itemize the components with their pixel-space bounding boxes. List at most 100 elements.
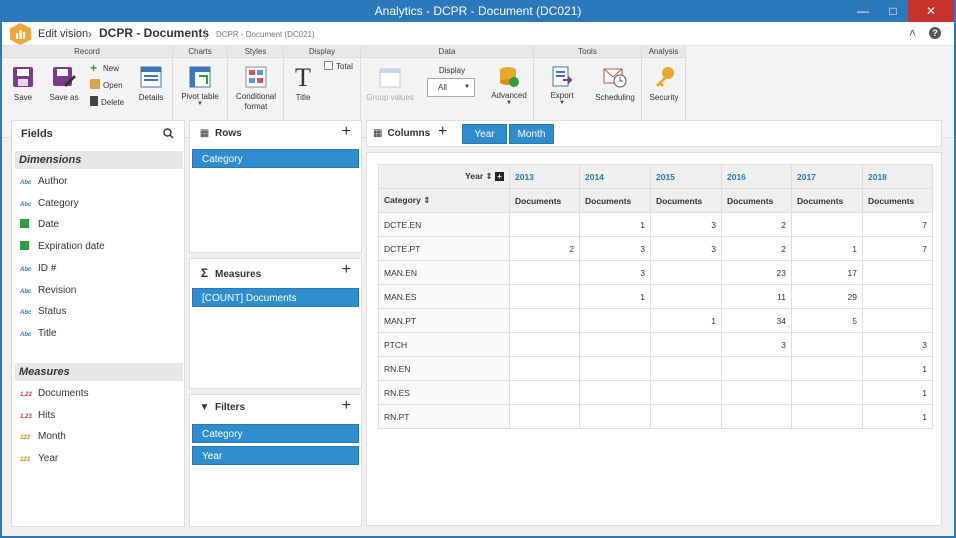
integer-field-icon: 123 [20,435,31,442]
year-column-header[interactable]: 2015 [650,164,722,189]
edit-vision-breadcrumb[interactable]: Edit vision [38,28,88,40]
table-icon: ▦ [373,128,383,139]
chevron-down-icon: ▼ [559,100,565,106]
year-column-header[interactable]: 2018 [862,164,933,189]
details-label: Details [138,93,164,102]
table-row: RN.PT 1 [378,404,933,429]
table-cell: 1 [862,380,933,405]
security-button[interactable]: Security [644,66,684,102]
row-header-cell: PTCH [378,332,510,357]
collapse-ribbon-icon[interactable]: ˄ [909,26,916,40]
field-item[interactable]: Abc Status [20,303,66,321]
display-select[interactable]: All ▼ [427,78,475,97]
field-item[interactable]: Date [20,216,59,234]
field-item-label: Year [38,453,59,465]
table-cell: 17 [791,260,863,285]
sort-icon[interactable]: ⇕ [421,195,430,205]
field-item[interactable]: Abc ID # [20,260,56,278]
pivot-table: Year ⇕ +2013 2014 2015 2016 2017 2018 Category… [378,164,933,429]
column-chip-month[interactable]: Month [509,124,554,144]
ribbon-group-analysis-label: Analysis [642,46,685,58]
maximize-button[interactable]: □ [878,0,908,22]
field-item[interactable]: Abc Title [20,325,57,343]
add-column-button[interactable]: + [438,123,447,141]
group-values-button[interactable]: Group values [365,68,415,102]
save-button[interactable]: Save [8,66,38,102]
table-cell [579,332,651,357]
table-cell [509,332,580,357]
details-button[interactable]: Details [136,66,166,102]
text-field-icon: Abc [20,201,32,208]
open-button[interactable]: Open [90,79,123,93]
table-cell [509,380,580,405]
table-cell [579,404,651,429]
export-button[interactable]: Export ▼ [542,66,582,106]
sort-icon[interactable]: ⇕ [483,171,495,181]
rows-zone-title: Rows [215,128,242,139]
save-icon [13,67,33,87]
table-cell: 3 [650,236,722,261]
trash-icon [90,96,98,106]
measures-section: Measures [15,363,183,381]
table-row: MAN.PT 1 34 5 [378,308,933,333]
save-as-button[interactable]: Save as [46,66,82,102]
field-item[interactable]: Abc Category [20,195,79,213]
year-column-header[interactable]: 2017 [791,164,863,189]
advanced-button[interactable]: Advanced ▼ [487,66,531,106]
field-item[interactable]: 123 Year [20,450,58,468]
table-row: MAN.ES 1 11 29 [378,284,933,309]
rows-zone: ▦ Rows + Category [189,120,362,253]
field-item[interactable]: 1,23 Documents [20,385,89,403]
field-item[interactable]: 1,23 Hits [20,407,55,425]
sigma-icon: Σ [200,266,209,280]
total-checkbox[interactable]: Total [324,60,353,74]
field-item[interactable]: Abc Revision [20,282,76,300]
integer-field-icon: 123 [20,457,31,464]
text-field-icon: Abc [20,331,32,338]
table-cell [650,356,722,381]
close-button[interactable]: ✕ [908,0,954,22]
delete-button[interactable]: Delete [90,96,124,110]
table-cell: 7 [862,212,933,237]
table-cell [650,380,722,405]
field-item[interactable]: 123 Month [20,428,66,446]
scheduling-button[interactable]: Scheduling [592,66,638,102]
add-measure-button[interactable]: + [342,261,351,279]
measures-zone-title: Measures [215,269,262,280]
page-title: DCPR - Documents [99,26,210,40]
advanced-label: Advanced [491,91,527,100]
year-column-header[interactable]: 2013 [509,164,580,189]
expand-icon[interactable]: + [495,172,504,181]
year-header-label: Year [465,171,484,181]
table-cell: 2 [721,212,792,237]
filter-chip-category[interactable]: Category [192,424,359,443]
field-item[interactable]: Abc Author [20,173,67,191]
add-row-button[interactable]: + [342,123,351,141]
table-cell [791,404,863,429]
date-field-icon [20,241,29,251]
search-icon[interactable] [163,128,174,139]
filter-chip-year[interactable]: Year [192,446,359,465]
row-chip-category[interactable]: Category [192,149,359,168]
save-label: Save [13,93,33,102]
pivot-grid-panel: Year ⇕ +2013 2014 2015 2016 2017 2018 Category… [366,152,942,526]
decimal-field-icon: 1,23 [20,413,32,420]
year-column-header[interactable]: 2014 [579,164,651,189]
breadcrumb-chevron-icon: › [88,27,92,41]
measure-chip-count-documents[interactable]: [COUNT] Documents [192,288,359,307]
save-as-icon [53,67,76,87]
add-filter-button[interactable]: + [342,397,351,415]
table-cell [650,404,722,429]
help-icon[interactable]: ? [929,27,941,39]
row-header-cell: MAN.ES [378,284,510,309]
field-item[interactable]: Expiration date [20,238,105,256]
category-header-cell[interactable]: Category ⇕ [378,188,510,213]
conditional-format-button[interactable]: Conditional format [230,66,282,112]
column-chip-year[interactable]: Year [462,124,507,144]
minimize-button[interactable]: — [848,0,878,22]
title-button[interactable]: T Title [288,65,318,103]
year-header-cell[interactable]: Year ⇕ + [378,164,510,189]
pivot-table-button[interactable]: Pivot table ▼ [175,66,225,107]
new-button[interactable]: + New [90,62,119,76]
year-column-header[interactable]: 2016 [721,164,792,189]
